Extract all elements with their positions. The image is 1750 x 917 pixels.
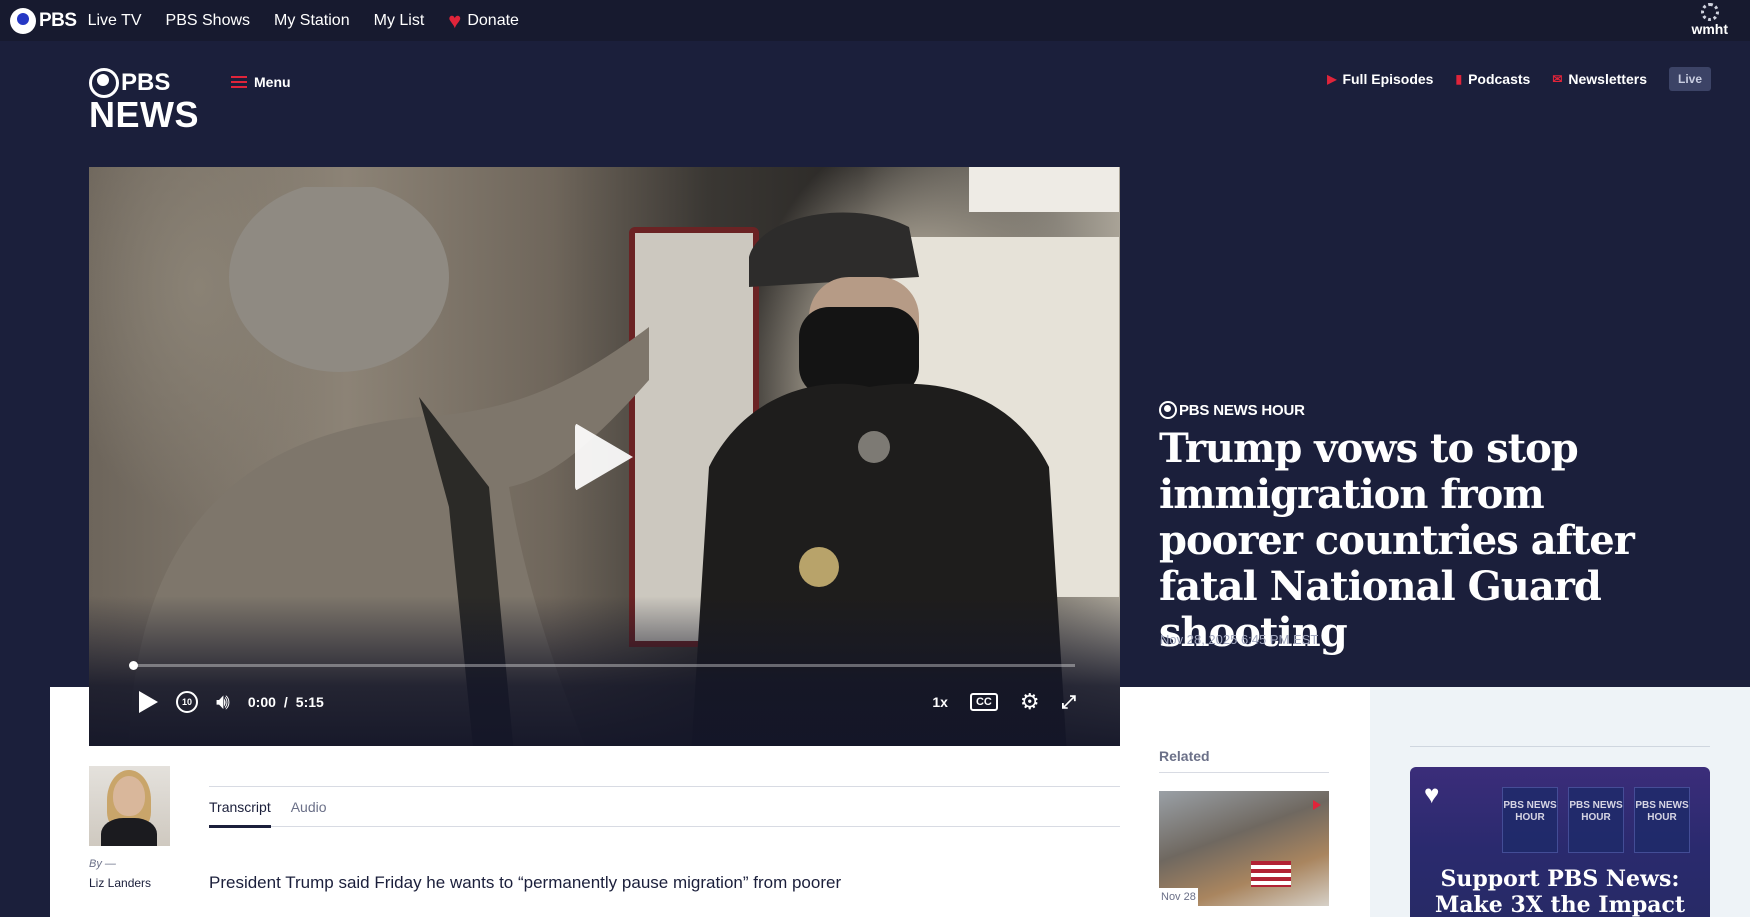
podcasts-label: Podcasts [1468,71,1531,87]
header-right-nav: ▶ Full Episodes ▮ Podcasts ✉ Newsletters… [1305,67,1711,91]
live-button[interactable]: Live [1668,67,1711,91]
author-avatar[interactable] [89,766,170,846]
hamburger-icon [231,73,247,91]
author-name[interactable]: Liz Landers [89,876,151,890]
big-play-icon[interactable] [575,423,633,491]
menu-label: Menu [254,74,291,90]
newsletters-label: Newsletters [1568,71,1647,87]
play-icon [1313,800,1321,810]
donate-link[interactable]: ♥ Donate [448,0,519,41]
play-icon [139,691,158,713]
newsletters-link[interactable]: ✉ Newsletters [1552,71,1647,87]
closed-captions-button[interactable]: CC [969,693,998,711]
by-label: By — [89,858,116,870]
flag-image [1251,861,1291,887]
nav-my-list[interactable]: My List [374,0,425,41]
video-controls: 10 🔊︎ 0:00 / 5:15 1x CC ⚙ ⤢ [133,687,1076,717]
pbs-logo-text: PBS [39,9,77,31]
article-tabs: Transcript Audio [209,786,1120,828]
donate-label: Donate [467,12,519,29]
rewind-10-button[interactable]: 10 [176,691,198,713]
fullscreen-icon[interactable]: ⤢ [1062,692,1076,713]
promo-text: Support PBS News: Make 3X the Impact [1434,866,1686,917]
pbs-top-bar: PBS Live TV PBS Shows My Station My List… [0,0,1750,41]
timecode: 0:00 / 5:15 [248,694,324,710]
duration: 5:15 [295,694,324,710]
nav-pbs-shows[interactable]: PBS Shows [166,0,250,41]
play-icon: ▶ [1327,72,1337,86]
related-date: Nov 28 [1159,888,1198,906]
pbs-head-icon [89,68,119,98]
support-promo[interactable]: ♥︎ PBS NEWS HOUR PBS NEWS HOUR PBS NEWS … [1410,767,1710,917]
show-name: PBS NEWS HOUR [1179,401,1305,419]
pbs-news-logo[interactable]: PBS NEWS [89,68,199,135]
time-separator: / [283,694,288,710]
station-ring-icon [1700,3,1719,21]
menu-button[interactable]: Menu [231,73,291,91]
related-heading: Related [1159,748,1329,773]
video-controls-shade [89,596,1120,746]
play-button[interactable] [133,691,158,713]
promo-screen: PBS NEWS HOUR [1568,787,1624,853]
volume-icon[interactable]: 🔊︎ [216,689,230,715]
promo-screen: PBS NEWS HOUR [1502,787,1558,853]
news-logo-top: PBS [121,69,171,96]
article-body-text: President Trump said Friday he wants to … [209,873,842,892]
podcasts-link[interactable]: ▮ Podcasts [1455,71,1530,87]
video-controls-right: 1x CC ⚙ ⤢ [910,689,1076,715]
station-name: wmht [1691,21,1728,37]
progress-bar[interactable] [129,661,1075,670]
station-logo[interactable]: wmht [1691,3,1728,36]
mail-icon: ✉ [1552,72,1563,86]
news-logo-bottom: NEWS [89,94,199,135]
settings-gear-icon[interactable]: ⚙ [1020,689,1040,715]
heart-icon: ♥ [448,8,462,33]
promo-screen: PBS NEWS HOUR [1634,787,1690,853]
promo-divider [1410,746,1710,747]
full-episodes-label: Full Episodes [1342,71,1434,87]
nav-my-station[interactable]: My Station [274,0,350,41]
heart-check-icon: ♥︎ [1424,779,1440,809]
article-date: Nov 28, 2025 6:45 PM EST [1160,632,1319,647]
pbs-nav: Live TV PBS Shows My Station My List ♥ D… [88,0,543,41]
nav-live-tv[interactable]: Live TV [88,0,142,41]
pbs-head-icon [1159,401,1177,419]
tab-transcript[interactable]: Transcript [209,787,271,828]
playback-speed-button[interactable]: 1x [932,694,948,710]
pbs-logo[interactable]: PBS [10,7,77,34]
current-time: 0:00 [247,694,276,710]
show-tag[interactable]: PBS NEWS HOUR [1159,401,1305,419]
video-player[interactable]: 10 🔊︎ 0:00 / 5:15 1x CC ⚙ ⤢ [89,167,1120,746]
tab-audio[interactable]: Audio [291,787,327,826]
full-episodes-link[interactable]: ▶ Full Episodes [1327,71,1433,87]
progress-knob[interactable] [129,661,138,670]
article-headline: Trump vows to stop immigration from poor… [1159,425,1635,656]
pbs-head-icon [10,7,36,34]
bars-icon: ▮ [1455,72,1463,86]
